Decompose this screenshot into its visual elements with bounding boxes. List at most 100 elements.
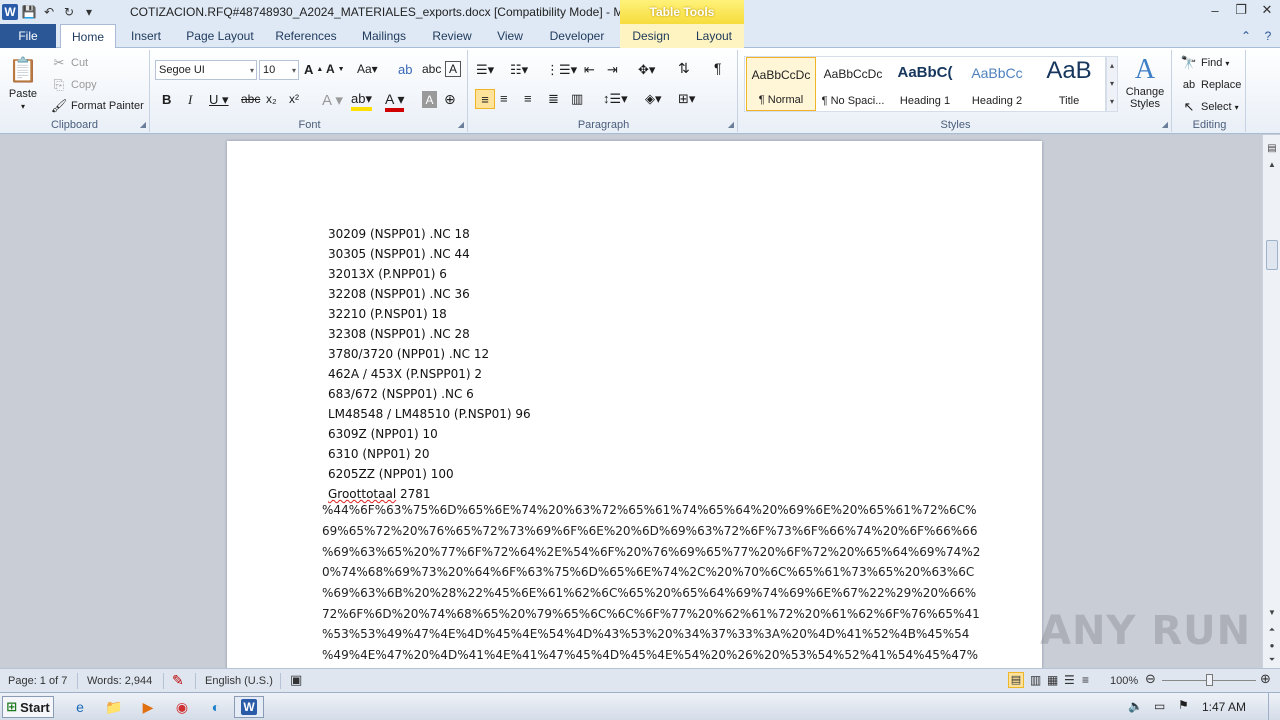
- tab-insert[interactable]: Insert: [126, 24, 166, 48]
- network-icon[interactable]: ▭: [1154, 699, 1165, 713]
- word-app-icon[interactable]: W: [2, 4, 18, 20]
- print-layout-icon[interactable]: ▤: [1008, 672, 1024, 688]
- outline-icon[interactable]: ☰: [1064, 673, 1075, 687]
- scroll-down-icon[interactable]: ▼: [1263, 605, 1280, 619]
- flag-icon[interactable]: ⚑: [1178, 698, 1189, 712]
- document-page[interactable]: 30209 (NSPP01) .NC 18 30305 (NSPP01) .NC…: [227, 141, 1042, 668]
- subscript-icon[interactable]: x₂: [266, 92, 277, 106]
- internet-explorer-icon[interactable]: e: [66, 696, 94, 718]
- highlight-icon[interactable]: ab▾: [351, 91, 372, 111]
- clear-formatting-icon[interactable]: ab: [398, 62, 412, 77]
- justify-icon[interactable]: ≣: [548, 91, 559, 107]
- superscript-icon[interactable]: x²: [289, 92, 299, 106]
- scroll-thumb[interactable]: [1266, 240, 1278, 270]
- clock[interactable]: 1:47 AM: [1202, 700, 1246, 714]
- replace-button[interactable]: ab Replace: [1180, 76, 1241, 94]
- edge-icon[interactable]: ◐: [202, 696, 230, 718]
- change-case-icon[interactable]: Aa▾: [357, 62, 378, 76]
- styles-scroll[interactable]: ▴ ▾ ▾: [1106, 56, 1118, 112]
- style-heading-2[interactable]: AaBbCc Heading 2: [962, 57, 1032, 111]
- word-count[interactable]: Words: 2,944: [87, 675, 152, 687]
- word-taskbar-button[interactable]: W: [234, 696, 264, 718]
- tab-layout[interactable]: Layout: [688, 24, 740, 48]
- volume-icon[interactable]: 🔈: [1128, 699, 1143, 713]
- tab-page-layout[interactable]: Page Layout: [180, 24, 260, 48]
- align-center-icon[interactable]: ≡: [500, 91, 508, 106]
- customize-qat-icon[interactable]: ▾: [80, 3, 98, 21]
- copy-button[interactable]: ⎘ Copy: [50, 76, 97, 94]
- shrink-font-icon[interactable]: A ▼: [326, 62, 345, 76]
- format-painter-button[interactable]: 🖌 Format Painter: [50, 97, 144, 115]
- paragraph-launcher-icon[interactable]: ◢: [728, 120, 734, 129]
- character-border-icon[interactable]: A: [445, 61, 461, 77]
- proofing-icon[interactable]: ✎: [172, 672, 184, 689]
- style-no-spacing[interactable]: AaBbCcDc ¶ No Spaci...: [818, 57, 888, 111]
- enclose-characters-icon[interactable]: ⊕: [444, 91, 456, 108]
- select-button[interactable]: ↖ Select ▾: [1180, 98, 1239, 116]
- tab-file[interactable]: File: [0, 24, 56, 48]
- find-button[interactable]: 🔭 Find ▾: [1180, 54, 1230, 72]
- tab-review[interactable]: Review: [428, 24, 476, 48]
- macro-recording-icon[interactable]: ▣: [290, 672, 302, 688]
- font-name-combo[interactable]: Segoe UI ▾: [155, 60, 257, 80]
- tab-developer[interactable]: Developer: [545, 24, 609, 48]
- start-button[interactable]: ⊞ Start: [2, 696, 54, 718]
- paste-button[interactable]: 📋 Paste ▾: [8, 54, 38, 112]
- bold-icon[interactable]: B: [162, 92, 171, 107]
- align-left-icon[interactable]: ≡: [475, 89, 495, 109]
- folder-icon[interactable]: 📁: [100, 696, 128, 718]
- draft-icon[interactable]: ≡: [1082, 673, 1089, 687]
- strikethrough-icon[interactable]: abc: [241, 92, 260, 106]
- increase-indent-icon[interactable]: ⇥: [607, 62, 618, 78]
- tab-references[interactable]: References: [270, 24, 342, 48]
- text-effects-icon[interactable]: A ▾: [322, 91, 343, 109]
- page-count[interactable]: Page: 1 of 7: [8, 675, 67, 687]
- redo-icon[interactable]: ↻: [60, 3, 78, 21]
- style-heading-1[interactable]: AaBbC( Heading 1: [890, 57, 960, 111]
- language[interactable]: English (U.S.): [205, 675, 273, 687]
- browse-object-icon[interactable]: ●: [1263, 638, 1280, 652]
- line-spacing-icon[interactable]: ↕☰▾: [603, 91, 628, 107]
- align-right-icon[interactable]: ≡: [524, 91, 532, 106]
- underline-icon[interactable]: U ▾: [209, 92, 229, 108]
- zoom-level[interactable]: 100%: [1110, 675, 1138, 687]
- media-player-icon[interactable]: ▶: [134, 696, 162, 718]
- shading-icon[interactable]: ◈▾: [645, 91, 662, 107]
- font-size-combo[interactable]: 10 ▾: [259, 60, 299, 80]
- clipboard-launcher-icon[interactable]: ◢: [140, 120, 146, 129]
- minimize-ribbon-icon[interactable]: ⌃: [1236, 24, 1256, 48]
- show-desktop-button[interactable]: [1268, 693, 1280, 720]
- styles-launcher-icon[interactable]: ◢: [1162, 120, 1168, 129]
- tab-home[interactable]: Home: [60, 24, 116, 49]
- phonetic-guide-icon[interactable]: abc: [422, 62, 441, 76]
- font-launcher-icon[interactable]: ◢: [458, 120, 464, 129]
- zoom-in-icon[interactable]: ⊕: [1260, 671, 1271, 687]
- document-area[interactable]: 30209 (NSPP01) .NC 18 30305 (NSPP01) .NC…: [0, 135, 1262, 668]
- cut-button[interactable]: ✂ Cut: [50, 54, 89, 72]
- style-normal[interactable]: AaBbCcDc ¶ Normal: [746, 57, 816, 111]
- sort-icon[interactable]: ⇅: [678, 60, 690, 77]
- italic-icon[interactable]: I: [188, 92, 192, 108]
- grow-font-icon[interactable]: A ▲: [304, 62, 323, 77]
- multilevel-list-icon[interactable]: ⋮☰▾: [546, 62, 577, 78]
- distributed-icon[interactable]: ▥: [571, 91, 583, 107]
- tab-mailings[interactable]: Mailings: [355, 24, 413, 48]
- restore-button[interactable]: ❐: [1228, 0, 1254, 20]
- font-color-icon[interactable]: A ▾: [385, 91, 405, 112]
- previous-page-icon[interactable]: ⏶: [1263, 623, 1280, 637]
- character-shading-icon[interactable]: A: [422, 91, 437, 108]
- zoom-out-icon[interactable]: ⊖: [1145, 671, 1156, 687]
- numbering-icon[interactable]: ☷▾: [510, 62, 528, 78]
- web-layout-icon[interactable]: ▦: [1047, 673, 1058, 687]
- bullets-icon[interactable]: ☰▾: [476, 62, 494, 78]
- help-icon[interactable]: ?: [1258, 24, 1278, 48]
- next-page-icon[interactable]: ⏷: [1263, 653, 1280, 667]
- tab-view[interactable]: View: [490, 24, 530, 48]
- borders-icon[interactable]: ⊞▾: [678, 91, 695, 107]
- style-title[interactable]: AaB Title: [1034, 57, 1104, 111]
- zoom-slider-thumb[interactable]: [1206, 674, 1213, 686]
- change-styles-button[interactable]: A Change Styles: [1124, 54, 1166, 110]
- full-screen-reading-icon[interactable]: ▥: [1030, 673, 1041, 687]
- vertical-scrollbar[interactable]: ▤ ▲ ▼ ⏶ ● ⏷: [1262, 135, 1280, 668]
- minimize-button[interactable]: –: [1202, 0, 1228, 20]
